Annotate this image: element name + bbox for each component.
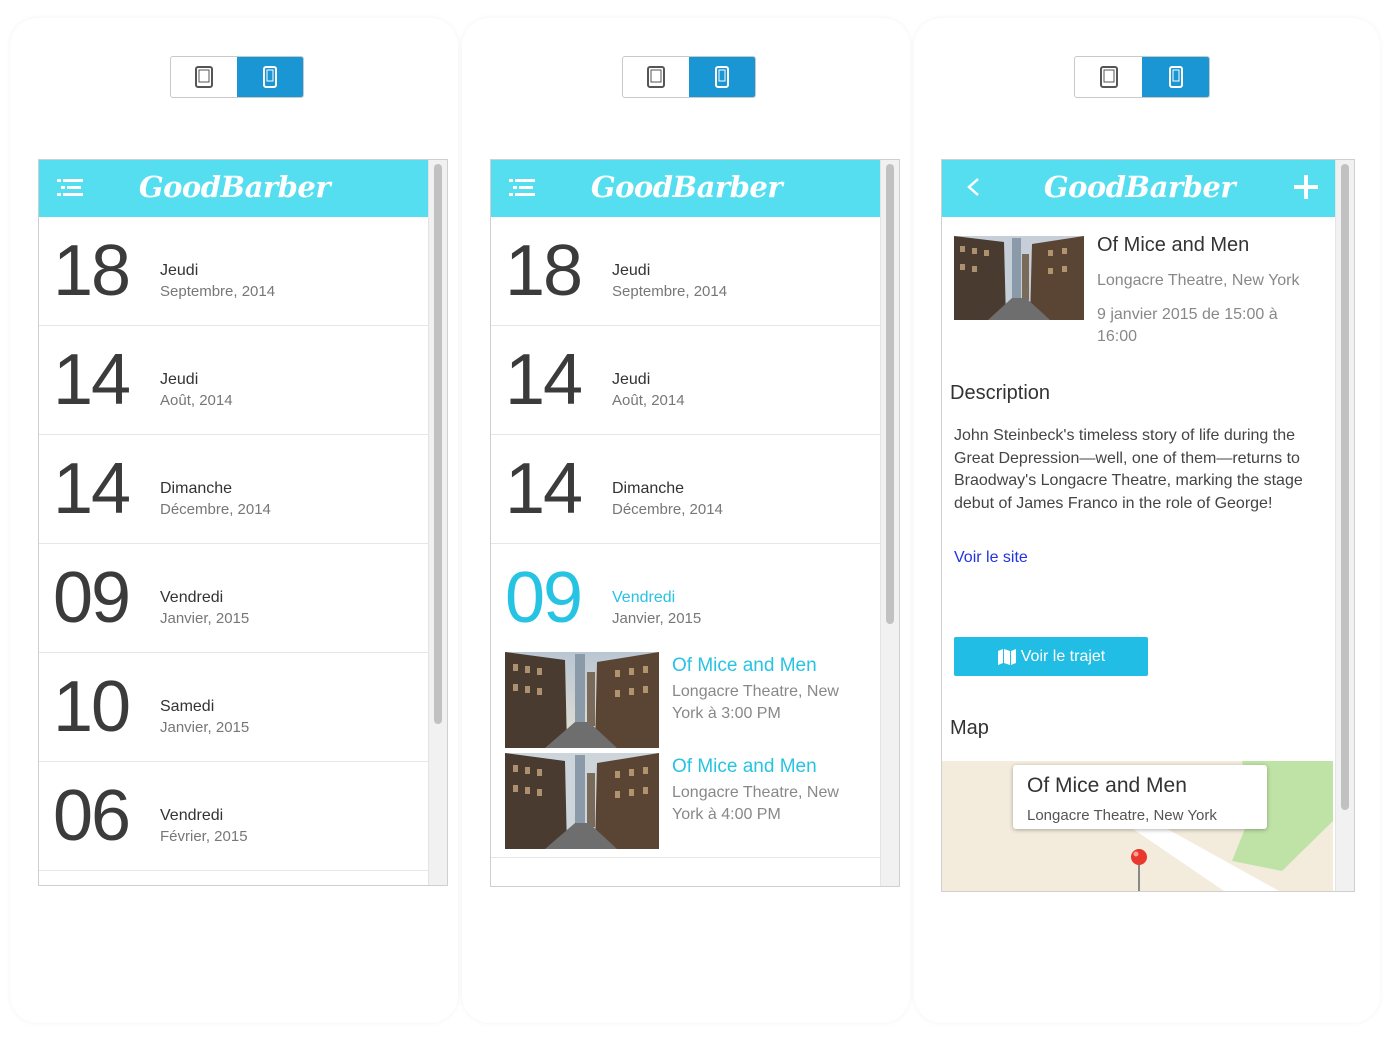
day-number: 14: [505, 340, 583, 420]
app-header: GoodBarber: [39, 160, 430, 217]
month-year: Février, 2015: [160, 828, 248, 845]
date-row[interactable]: 18 Jeudi Septembre, 2014: [491, 217, 882, 326]
day-number: 18: [505, 231, 583, 311]
month-year: Août, 2014: [160, 392, 233, 409]
date-row[interactable]: 14 Jeudi Août, 2014: [39, 326, 430, 435]
day-number: 14: [53, 449, 131, 529]
day-name: Samedi: [160, 698, 215, 715]
phone-frame-3: GoodBarber Of Mice and Men Longacre Thea…: [941, 159, 1355, 892]
scrollbar[interactable]: [428, 160, 447, 885]
map-pin-icon[interactable]: [1128, 847, 1150, 892]
date-row[interactable]: 06 Vendredi Février, 2015: [39, 762, 430, 871]
day-name: Vendredi: [160, 589, 224, 606]
date-list: 18 Jeudi Septembre, 2014 14 Jeudi Août, 2014…: [491, 217, 882, 858]
popup-subtitle: Longacre Theatre, New York: [1027, 807, 1217, 824]
scrollbar-thumb[interactable]: [434, 164, 442, 724]
event-item[interactable]: Of Mice and Men Longacre Theatre, New Yo…: [491, 753, 882, 858]
event-thumbnail: [505, 652, 659, 748]
event-thumbnail: [505, 753, 659, 849]
day-number: 06: [53, 776, 131, 856]
date-row-selected[interactable]: 09 Vendredi Janvier, 2015: [491, 544, 882, 652]
site-link[interactable]: Voir le site: [954, 549, 1028, 567]
device-toggle-3: [1074, 56, 1210, 98]
app-logo: GoodBarber: [1043, 170, 1236, 204]
day-name: Jeudi: [612, 262, 651, 279]
day-name: Vendredi: [160, 807, 224, 824]
date-row[interactable]: 18 Jeudi Septembre, 2014: [39, 217, 430, 326]
event-title: Of Mice and Men: [672, 655, 817, 676]
event-venue: Longacre Theatre, New York: [1097, 272, 1300, 289]
date-row[interactable]: 14 Jeudi Août, 2014: [491, 326, 882, 435]
date-list: 18 Jeudi Septembre, 2014 14 Jeudi Août, 2014…: [39, 217, 430, 871]
add-icon[interactable]: [1293, 174, 1319, 200]
description-heading: Description: [950, 382, 1051, 404]
month-year: Septembre, 2014: [160, 283, 276, 300]
phone-frame-2: GoodBarber 18 Jeudi Septembre, 2014 14 Jeud…: [490, 159, 900, 887]
map-heading: Map: [950, 717, 989, 739]
tablet-view-button[interactable]: [623, 57, 689, 97]
event-item[interactable]: Of Mice and Men Longacre Theatre, New Yo…: [491, 652, 882, 753]
map-popup[interactable]: Of Mice and Men Longacre Theatre, New Yo…: [1013, 765, 1267, 829]
app-header: GoodBarber: [491, 160, 882, 217]
tablet-view-button[interactable]: [1075, 57, 1142, 97]
device-toggle-1: [170, 56, 304, 98]
month-year: Décembre, 2014: [612, 501, 723, 518]
phone-icon: [715, 66, 729, 88]
app-logo: GoodBarber: [138, 170, 331, 204]
day-number: 09: [505, 558, 583, 638]
route-button-label: Voir le trajet: [1020, 647, 1106, 665]
phone-icon: [263, 66, 277, 88]
tablet-view-button[interactable]: [171, 57, 237, 97]
scrollbar-thumb[interactable]: [1341, 164, 1349, 810]
phone-view-button[interactable]: [689, 57, 755, 97]
day-number: 10: [53, 667, 131, 747]
month-year: Janvier, 2015: [612, 610, 702, 627]
event-image: [954, 236, 1084, 320]
date-row[interactable]: 14 Dimanche Décembre, 2014: [491, 435, 882, 544]
tablet-icon: [195, 66, 213, 88]
map-icon: [997, 648, 1016, 665]
event-title: Of Mice and Men: [672, 756, 817, 777]
event-datetime: 9 janvier 2015 de 15:00 à 16:00: [1097, 306, 1278, 345]
device-toggle-2: [622, 56, 756, 98]
phone-frame-1: GoodBarber 18 Jeudi Septembre, 2014 14 Jeud…: [38, 159, 448, 886]
scrollbar[interactable]: [1335, 160, 1354, 891]
map-view[interactable]: Of Mice and Men Longacre Theatre, New Yo…: [942, 761, 1333, 892]
phone-view-button[interactable]: [237, 57, 303, 97]
day-name: Jeudi: [160, 371, 199, 388]
day-number: 18: [53, 231, 131, 311]
date-row[interactable]: 14 Dimanche Décembre, 2014: [39, 435, 430, 544]
route-button[interactable]: Voir le trajet: [954, 637, 1148, 676]
day-number: 14: [53, 340, 131, 420]
event-title: Of Mice and Men: [1097, 234, 1250, 256]
event-subtitle: Longacre Theatre, New York à 3:00 PM: [672, 683, 839, 722]
tablet-icon: [647, 66, 665, 88]
month-year: Janvier, 2015: [160, 719, 250, 736]
date-row[interactable]: 09 Vendredi Janvier, 2015: [39, 544, 430, 653]
app-header: GoodBarber: [942, 160, 1337, 217]
month-year: Août, 2014: [612, 392, 685, 409]
month-year: Septembre, 2014: [612, 283, 728, 300]
phone-view-button[interactable]: [1142, 57, 1209, 97]
date-row[interactable]: 10 Samedi Janvier, 2015: [39, 653, 430, 762]
day-name: Dimanche: [612, 480, 685, 497]
tablet-icon: [1099, 66, 1118, 88]
scrollbar[interactable]: [880, 160, 899, 886]
app-logo: GoodBarber: [590, 170, 783, 204]
month-year: Janvier, 2015: [160, 610, 250, 627]
day-number: 14: [505, 449, 583, 529]
day-number: 09: [53, 558, 131, 638]
month-year: Décembre, 2014: [160, 501, 271, 518]
day-name: Vendredi: [612, 589, 676, 606]
day-name: Dimanche: [160, 480, 233, 497]
day-name: Jeudi: [160, 262, 199, 279]
popup-title: Of Mice and Men: [1027, 774, 1187, 797]
scrollbar-thumb[interactable]: [886, 164, 894, 624]
description-text: John Steinbeck's timeless story of life …: [954, 427, 1303, 512]
day-name: Jeudi: [612, 371, 651, 388]
event-subtitle: Longacre Theatre, New York à 4:00 PM: [672, 784, 839, 823]
phone-icon: [1168, 66, 1183, 88]
